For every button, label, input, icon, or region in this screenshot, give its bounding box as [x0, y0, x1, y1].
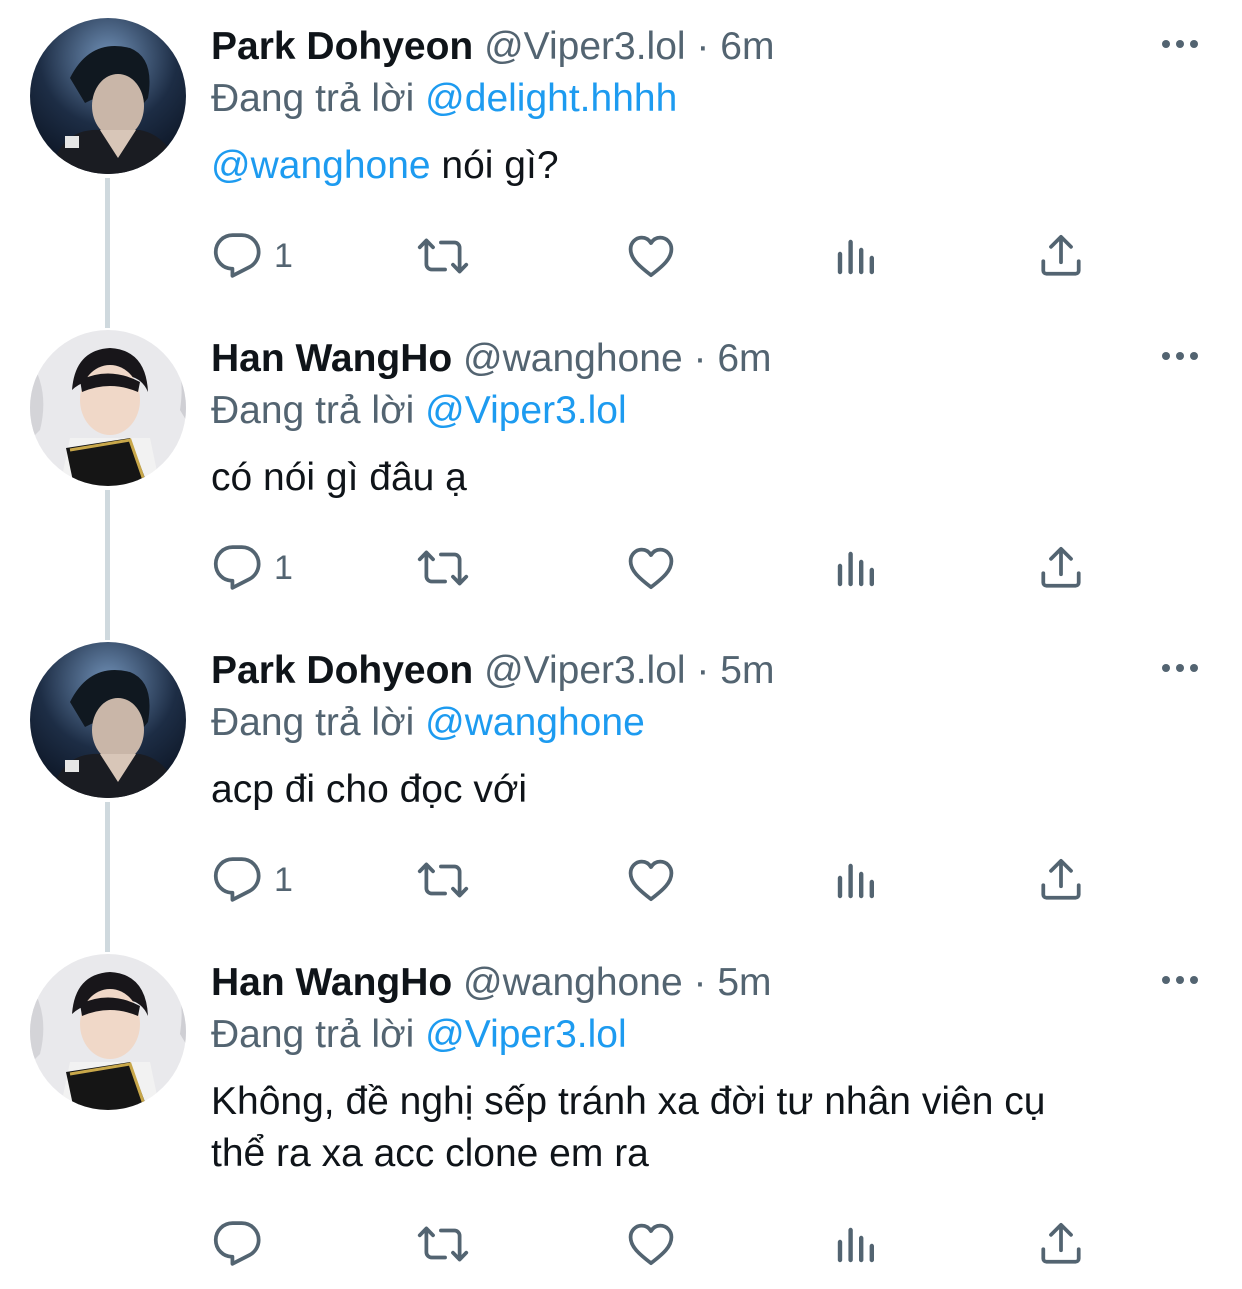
action-bar: 1 — [0, 850, 1242, 910]
share-icon — [1036, 543, 1086, 593]
handle[interactable]: @Viper3.lol — [484, 649, 685, 692]
action-bar — [0, 1214, 1242, 1274]
like-button[interactable] — [626, 226, 676, 286]
views-button[interactable] — [832, 226, 880, 286]
tweet-text-line: thể ra xa acc clone em ra — [211, 1132, 649, 1175]
tweet-text-content: nói gì? — [430, 144, 559, 187]
share-icon — [1036, 855, 1086, 905]
views-button[interactable] — [832, 1214, 880, 1274]
tweet-text: có nói gì đâu ạ — [211, 456, 467, 499]
like-icon — [626, 1219, 676, 1269]
reply-count: 1 — [274, 236, 293, 275]
tweet-header: Park Dohyeon @Viper3.lol · 6m — [211, 24, 774, 70]
like-button[interactable] — [626, 1214, 676, 1274]
more-icon[interactable] — [1158, 646, 1202, 690]
tweet-text: Không, đề nghị sếp tránh xa đời tư nhân … — [211, 1076, 1211, 1180]
action-bar: 1 — [0, 538, 1242, 598]
display-name[interactable]: Park Dohyeon — [211, 25, 473, 68]
share-button[interactable] — [1036, 538, 1086, 598]
display-name[interactable]: Han WangHo — [211, 961, 452, 1004]
reply-icon — [212, 231, 262, 281]
avatar[interactable] — [30, 18, 186, 174]
tweet[interactable]: Han WangHo @wanghone · 5m Đang trả lời @… — [0, 936, 1242, 1289]
reply-button[interactable]: 1 — [212, 538, 293, 598]
retweet-button[interactable] — [416, 538, 470, 598]
retweet-icon — [416, 231, 470, 281]
action-bar: 1 — [0, 226, 1242, 286]
views-icon — [832, 543, 880, 593]
reply-to-mention[interactable]: @wanghone — [425, 701, 645, 744]
share-button[interactable] — [1036, 850, 1086, 910]
reply-button[interactable] — [212, 1214, 274, 1274]
tweet[interactable]: Park Dohyeon @Viper3.lol · 5m Đang trả l… — [0, 624, 1242, 936]
more-icon[interactable] — [1158, 22, 1202, 66]
replying-to: Đang trả lời @delight.hhhh — [211, 76, 677, 122]
reply-button[interactable]: 1 — [212, 226, 293, 286]
tweet[interactable]: Park Dohyeon @Viper3.lol · 6m Đang trả l… — [0, 0, 1242, 312]
replying-to-label: Đang trả lời — [211, 1013, 415, 1056]
like-icon — [626, 855, 676, 905]
like-button[interactable] — [626, 538, 676, 598]
views-icon — [832, 1219, 880, 1269]
retweet-icon — [416, 855, 470, 905]
separator-dot: · — [696, 25, 710, 68]
share-icon — [1036, 1219, 1086, 1269]
reply-to-mention[interactable]: @Viper3.lol — [425, 389, 626, 432]
like-button[interactable] — [626, 850, 676, 910]
retweet-button[interactable] — [416, 850, 470, 910]
reply-icon — [212, 1219, 262, 1269]
views-icon — [832, 231, 880, 281]
replying-to-label: Đang trả lời — [211, 389, 415, 432]
replying-to: Đang trả lời @wanghone — [211, 700, 645, 746]
tweet-header: Han WangHo @wanghone · 6m — [211, 336, 772, 382]
tweet[interactable]: Han WangHo @wanghone · 6m Đang trả lời @… — [0, 312, 1242, 624]
tweet-text-line: Không, đề nghị sếp tránh xa đời tư nhân … — [211, 1080, 1046, 1123]
avatar[interactable] — [30, 954, 186, 1110]
retweet-icon — [416, 543, 470, 593]
views-icon — [832, 855, 880, 905]
avatar[interactable] — [30, 330, 186, 486]
reply-count: 1 — [274, 860, 293, 899]
more-icon[interactable] — [1158, 334, 1202, 378]
retweet-button[interactable] — [416, 1214, 470, 1274]
reply-icon — [212, 855, 262, 905]
reply-count: 1 — [274, 548, 293, 587]
replying-to-label: Đang trả lời — [211, 77, 415, 120]
share-icon — [1036, 231, 1086, 281]
handle[interactable]: @wanghone — [463, 961, 683, 1004]
timestamp[interactable]: 5m — [720, 649, 774, 692]
separator-dot: · — [693, 337, 707, 380]
handle[interactable]: @wanghone — [463, 337, 683, 380]
timestamp[interactable]: 6m — [717, 337, 771, 380]
reply-button[interactable]: 1 — [212, 850, 293, 910]
tweet-header: Park Dohyeon @Viper3.lol · 5m — [211, 648, 774, 694]
replying-to: Đang trả lời @Viper3.lol — [211, 1012, 627, 1058]
share-button[interactable] — [1036, 226, 1086, 286]
more-icon[interactable] — [1158, 958, 1202, 1002]
handle[interactable]: @Viper3.lol — [484, 25, 685, 68]
reply-icon — [212, 543, 262, 593]
avatar[interactable] — [30, 642, 186, 798]
like-icon — [626, 231, 676, 281]
reply-to-mention[interactable]: @delight.hhhh — [425, 77, 677, 120]
separator-dot: · — [693, 961, 707, 1004]
tweet-text: @wanghone nói gì? — [211, 140, 1211, 192]
views-button[interactable] — [832, 850, 880, 910]
mention-link[interactable]: @wanghone — [211, 144, 431, 187]
reply-to-mention[interactable]: @Viper3.lol — [425, 1013, 626, 1056]
tweet-text: acp đi cho đọc với — [211, 768, 528, 811]
retweet-button[interactable] — [416, 226, 470, 286]
retweet-icon — [416, 1219, 470, 1269]
replying-to: Đang trả lời @Viper3.lol — [211, 388, 627, 434]
views-button[interactable] — [832, 538, 880, 598]
display-name[interactable]: Park Dohyeon — [211, 649, 473, 692]
share-button[interactable] — [1036, 1214, 1086, 1274]
separator-dot: · — [696, 649, 710, 692]
display-name[interactable]: Han WangHo — [211, 337, 452, 380]
replying-to-label: Đang trả lời — [211, 701, 415, 744]
tweet-header: Han WangHo @wanghone · 5m — [211, 960, 772, 1006]
timestamp[interactable]: 6m — [720, 25, 774, 68]
like-icon — [626, 543, 676, 593]
timestamp[interactable]: 5m — [717, 961, 771, 1004]
